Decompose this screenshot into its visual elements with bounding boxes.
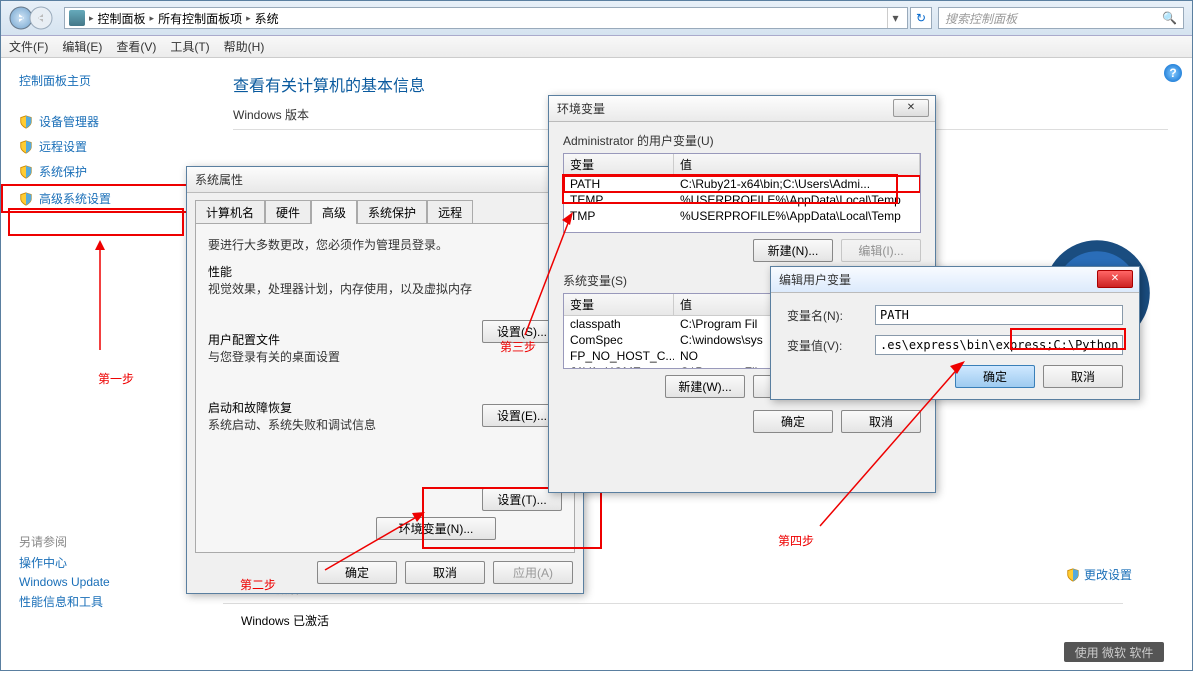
perf-desc: 视觉效果，处理器计划，内存使用，以及虚拟内存 — [208, 280, 562, 297]
ok-button[interactable]: 确定 — [317, 561, 397, 584]
edit-user-var-button[interactable]: 编辑(I)... — [841, 239, 921, 262]
ms-genuine-badge: 使用 微软 软件 — [1064, 642, 1164, 662]
dialog-title: 环境变量 ✕ — [549, 96, 935, 122]
left-nav-pane: 控制面板主页 设备管理器 远程设置 系统保护 高级系统设置 另请参阅 操作中心 … — [1, 58, 209, 670]
link-action-center[interactable]: 操作中心 — [1, 552, 209, 573]
shield-icon — [19, 165, 33, 179]
close-icon[interactable]: ✕ — [1097, 270, 1133, 288]
ok-button[interactable]: 确定 — [955, 365, 1035, 388]
help-icon[interactable]: ? — [1164, 64, 1182, 82]
apply-button[interactable]: 应用(A) — [493, 561, 573, 584]
user-vars-heading: Administrator 的用户变量(U) — [563, 132, 921, 149]
activation-status: Windows 已激活 — [223, 612, 1123, 629]
shield-icon — [19, 140, 33, 154]
link-perf-info[interactable]: 性能信息和工具 — [1, 591, 209, 612]
user-vars-table[interactable]: 变量值 PATHC:\Ruby21-x64\bin;C:\Users\Admi.… — [563, 153, 921, 233]
var-value-input[interactable] — [875, 335, 1123, 355]
sidebar-item-remote[interactable]: 远程设置 — [1, 134, 209, 159]
table-row[interactable]: TEMP%USERPROFILE%\AppData\Local\Temp — [564, 192, 920, 208]
tab-computer-name[interactable]: 计算机名 — [195, 200, 265, 224]
sidebar-item-advanced[interactable]: 高级系统设置 — [1, 184, 209, 213]
shield-icon — [19, 115, 33, 129]
new-user-var-button[interactable]: 新建(N)... — [753, 239, 833, 262]
tab-remote[interactable]: 远程 — [427, 200, 473, 224]
anno-box-2 — [422, 487, 602, 549]
sidebar-item-device-manager[interactable]: 设备管理器 — [1, 109, 209, 134]
dialog-title: 编辑用户变量 ✕ — [771, 267, 1139, 293]
breadcrumb-seg[interactable]: 控制面板 — [98, 10, 146, 27]
search-input[interactable]: 搜索控制面板 🔍 — [938, 7, 1184, 29]
menu-help[interactable]: 帮助(H) — [224, 38, 265, 55]
dialog-title: 系统属性 — [187, 167, 583, 193]
system-icon — [69, 10, 85, 26]
search-icon: 🔍 — [1162, 11, 1177, 25]
see-also-heading: 另请参阅 — [1, 531, 209, 552]
menu-bar: 文件(F) 编辑(E) 查看(V) 工具(T) 帮助(H) — [1, 36, 1192, 58]
sidebar-item-protection[interactable]: 系统保护 — [1, 159, 209, 184]
nav-toolbar: ▸ 控制面板 ▸ 所有控制面板项 ▸ 系统 ▾ ↻ 搜索控制面板 🔍 — [1, 1, 1192, 36]
table-row[interactable]: PATHC:\Ruby21-x64\bin;C:\Users\Admi... — [564, 176, 920, 192]
nav-back-forward[interactable] — [9, 5, 54, 31]
table-row[interactable]: TMP%USERPROFILE%\AppData\Local\Temp — [564, 208, 920, 224]
var-value-label: 变量值(V): — [787, 337, 875, 354]
address-dropdown[interactable]: ▾ — [887, 8, 903, 28]
var-name-label: 变量名(N): — [787, 307, 875, 324]
tab-hardware[interactable]: 硬件 — [265, 200, 311, 224]
page-title: 查看有关计算机的基本信息 — [233, 72, 1168, 96]
edit-user-var-dialog: 编辑用户变量 ✕ 变量名(N): 变量值(V): 确定 取消 — [770, 266, 1140, 400]
breadcrumb-seg[interactable]: 所有控制面板项 — [158, 10, 242, 27]
perf-heading: 性能 — [208, 263, 562, 280]
shield-icon — [19, 192, 33, 206]
profile-desc: 与您登录有关的桌面设置 — [208, 348, 562, 365]
search-placeholder: 搜索控制面板 — [945, 10, 1017, 27]
tab-protection[interactable]: 系统保护 — [357, 200, 427, 224]
refresh-button[interactable]: ↻ — [910, 7, 932, 29]
col-var: 变量 — [564, 154, 674, 175]
menu-edit[interactable]: 编辑(E) — [62, 38, 102, 55]
admin-note: 要进行大多数更改，您必须作为管理员登录。 — [208, 236, 562, 253]
var-name-input[interactable] — [875, 305, 1123, 325]
cp-home-link[interactable]: 控制面板主页 — [1, 70, 209, 91]
link-windows-update[interactable]: Windows Update — [1, 573, 209, 591]
cancel-button[interactable]: 取消 — [405, 561, 485, 584]
breadcrumb-seg[interactable]: 系统 — [255, 10, 279, 27]
ok-button[interactable]: 确定 — [753, 410, 833, 433]
address-bar[interactable]: ▸ 控制面板 ▸ 所有控制面板项 ▸ 系统 ▾ — [64, 7, 908, 29]
new-sys-var-button[interactable]: 新建(W)... — [665, 375, 745, 398]
col-val: 值 — [674, 154, 920, 175]
tab-strip: 计算机名 硬件 高级 系统保护 远程 — [187, 193, 583, 223]
menu-view[interactable]: 查看(V) — [116, 38, 156, 55]
cancel-button[interactable]: 取消 — [841, 410, 921, 433]
menu-file[interactable]: 文件(F) — [9, 38, 48, 55]
close-icon[interactable]: ✕ — [893, 99, 929, 117]
breadcrumb-sep: ▸ — [89, 13, 94, 24]
tab-advanced[interactable]: 高级 — [311, 200, 357, 224]
cancel-button[interactable]: 取消 — [1043, 365, 1123, 388]
menu-tools[interactable]: 工具(T) — [170, 38, 209, 55]
